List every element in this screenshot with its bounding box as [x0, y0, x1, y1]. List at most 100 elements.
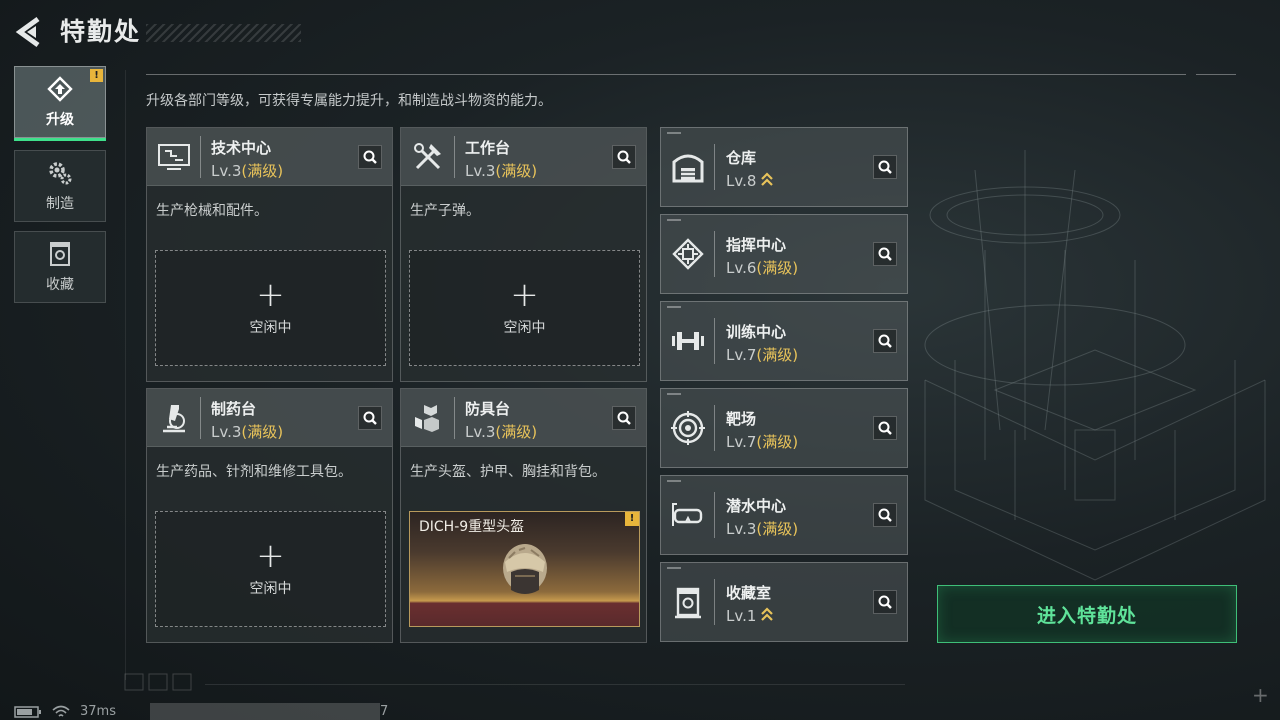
corner-marker: +	[1252, 683, 1269, 707]
divider	[146, 74, 1186, 75]
facility-card-collection-room[interactable]: 收藏室 Lv.1	[660, 562, 908, 642]
production-slot-idle[interactable]: + 空闲中	[409, 250, 640, 366]
divider	[1196, 74, 1236, 75]
facility-level: Lv.8	[726, 170, 774, 190]
upgrade-arrows-icon	[761, 607, 774, 621]
search-icon	[617, 411, 631, 425]
department-description: 生产头盔、护甲、胸挂和背包。	[410, 464, 606, 480]
search-button[interactable]	[873, 590, 897, 614]
search-button[interactable]	[873, 155, 897, 179]
department-name: 技术中心	[211, 139, 272, 157]
back-icon[interactable]	[12, 14, 48, 50]
card-header: 技术中心 Lv.3(满级)	[147, 128, 392, 186]
search-icon	[363, 150, 377, 164]
plus-icon: +	[256, 275, 285, 315]
facility-name: 训练中心	[726, 323, 787, 341]
search-icon	[363, 411, 377, 425]
search-button[interactable]	[873, 329, 897, 353]
helmet-icon	[503, 544, 547, 594]
production-slot-idle[interactable]: + 空闲中	[155, 250, 386, 366]
enter-button[interactable]: 进入特勤处	[937, 585, 1237, 643]
vault-icon	[675, 587, 701, 619]
search-button[interactable]	[612, 145, 636, 169]
facility-card-warehouse[interactable]: 仓库 Lv.8	[660, 127, 908, 207]
search-button[interactable]	[358, 406, 382, 430]
armor-icon	[415, 405, 439, 432]
department-card-tech-center: 技术中心 Lv.3(满级) 生产枪械和配件。 + 空闲中	[146, 127, 393, 382]
product-name: DICH-9重型头盔	[419, 519, 525, 535]
page-description: 升级各部门等级，可获得专属能力提升，和制造战斗物资的能力。	[146, 93, 552, 109]
microscope-icon	[163, 405, 185, 433]
department-level: Lv.3(满级)	[465, 421, 537, 442]
wifi-icon	[52, 705, 70, 717]
search-icon	[878, 247, 892, 261]
level-value: Lv.1	[726, 607, 757, 625]
level-value: Lv.3	[465, 423, 496, 441]
department-level: Lv.3(满级)	[465, 160, 537, 181]
facility-name: 靶场	[726, 410, 757, 428]
tab-collection[interactable]: 收藏	[14, 231, 106, 303]
tab-label: 收藏	[46, 277, 74, 293]
divider	[125, 70, 126, 680]
facility-level: Lv.1	[726, 605, 774, 625]
computer-icon	[158, 144, 190, 170]
gears-icon	[49, 162, 72, 185]
level-value: Lv.3	[465, 162, 496, 180]
search-button[interactable]	[873, 416, 897, 440]
uid-tail: 7	[380, 704, 389, 719]
max-level-label: (满级)	[241, 423, 284, 441]
facility-card-diving-center[interactable]: 潜水中心 Lv.3(满级)	[660, 475, 908, 555]
department-description: 生产枪械和配件。	[156, 203, 268, 219]
tab-craft[interactable]: 制造	[14, 150, 106, 222]
alert-badge: !	[625, 512, 639, 526]
department-level: Lv.3(满级)	[211, 160, 283, 181]
max-level-label: (满级)	[756, 346, 799, 364]
ping-value: 37ms	[80, 704, 116, 719]
collection-icon	[50, 242, 70, 266]
search-button[interactable]	[873, 503, 897, 527]
department-card-workbench: 工作台 Lv.3(满级) 生产子弹。 + 空闲中	[400, 127, 647, 382]
separator	[714, 144, 715, 190]
search-button[interactable]	[358, 145, 382, 169]
tab-upgrade[interactable]: 升级 !	[14, 66, 106, 141]
facility-card-training-center[interactable]: 训练中心 Lv.7(满级)	[660, 301, 908, 381]
separator	[714, 492, 715, 538]
card-header: 制药台 Lv.3(满级)	[147, 389, 392, 447]
separator	[714, 318, 715, 364]
production-slot-idle[interactable]: + 空闲中	[155, 511, 386, 627]
department-name: 工作台	[465, 139, 511, 157]
facility-card-command-center[interactable]: 指挥中心 Lv.6(满级)	[660, 214, 908, 294]
facility-level: Lv.3(满级)	[726, 518, 798, 539]
search-icon	[878, 595, 892, 609]
facility-level: Lv.7(满级)	[726, 344, 798, 365]
idle-label: 空闲中	[503, 320, 546, 336]
hq-structure-wireframe	[924, 150, 1266, 581]
search-button[interactable]	[612, 406, 636, 430]
search-button[interactable]	[873, 242, 897, 266]
department-card-pharmacy: 制药台 Lv.3(满级) 生产药品、针剂和维修工具包。 + 空闲中	[146, 388, 393, 643]
card-header: 工作台 Lv.3(满级)	[401, 128, 646, 186]
max-level-label: (满级)	[241, 162, 284, 180]
level-value: Lv.7	[726, 433, 757, 451]
separator	[200, 397, 201, 439]
search-icon	[878, 160, 892, 174]
max-level-label: (满级)	[495, 423, 538, 441]
card-header: 防具台 Lv.3(满级)	[401, 389, 646, 447]
level-value: Lv.3	[211, 423, 242, 441]
dumbbell-icon	[672, 332, 704, 350]
separator	[454, 397, 455, 439]
separator	[454, 136, 455, 178]
alert-badge: !	[90, 69, 103, 82]
department-card-armor: 防具台 Lv.3(满级) 生产头盔、护甲、胸挂和背包。 DICH-9重型头盔 !	[400, 388, 647, 643]
status-bar: 37ms	[14, 703, 116, 720]
facility-level: Lv.7(满级)	[726, 431, 798, 452]
facility-card-shooting-range[interactable]: 靶场 Lv.7(满级)	[660, 388, 908, 468]
production-slot-item[interactable]: DICH-9重型头盔 !	[409, 511, 640, 627]
facility-name: 指挥中心	[726, 236, 787, 254]
target-icon	[671, 411, 705, 445]
department-description: 生产药品、针剂和维修工具包。	[156, 464, 352, 480]
upgrade-icon	[47, 76, 73, 102]
idle-label: 空闲中	[249, 320, 292, 336]
max-level-label: (满级)	[756, 520, 799, 538]
level-value: Lv.6	[726, 259, 757, 277]
